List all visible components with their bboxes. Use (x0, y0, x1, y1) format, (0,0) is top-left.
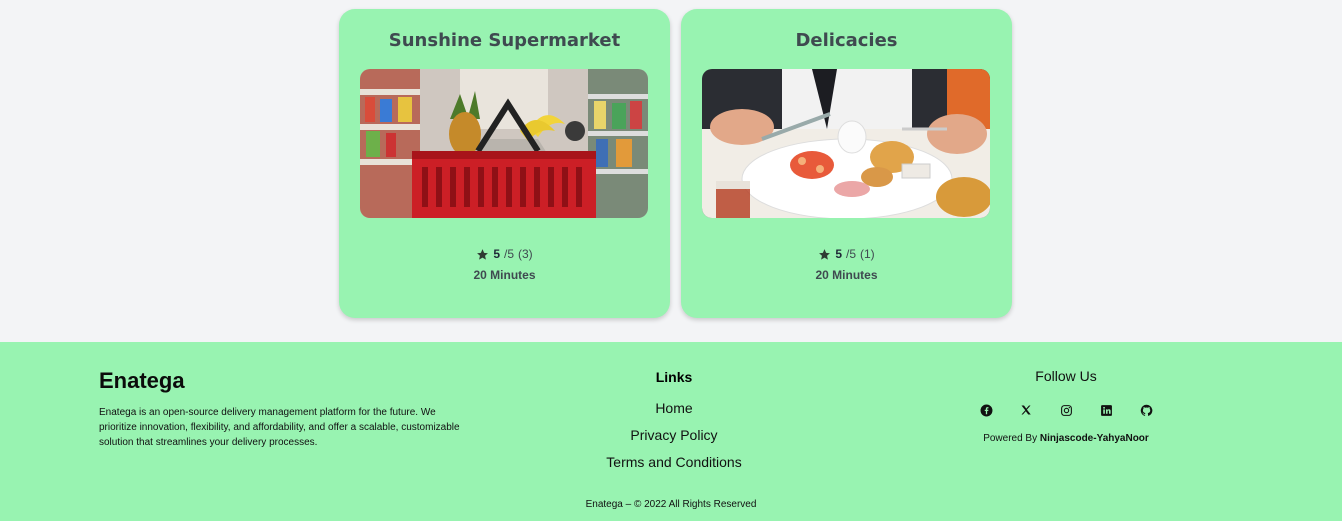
github-icon[interactable] (1139, 403, 1153, 417)
grocery-basket-image (360, 69, 648, 218)
rating-value: 5 (493, 247, 500, 261)
restaurant-card-delicacies[interactable]: Delicacies 5 /5 (1) 20 Minutes (681, 9, 1012, 318)
footer-link-terms[interactable]: Terms and Conditions (574, 449, 774, 476)
rating-value: 5 (835, 247, 842, 261)
footer-link-privacy-policy[interactable]: Privacy Policy (574, 422, 774, 449)
restaurant-card-sunshine-supermarket[interactable]: Sunshine Supermarket 5 /5 (3) 20 Minutes (339, 9, 670, 318)
rating: 5 /5 (3) (339, 247, 670, 261)
review-count: (1) (860, 247, 875, 261)
powered-by: Powered By Ninjascode-YahyaNoor (966, 433, 1166, 444)
rating-scale: /5 (846, 247, 857, 261)
star-icon (818, 248, 831, 261)
links-heading: Links (655, 369, 693, 385)
footer-brand: Enatega (99, 368, 185, 393)
instagram-icon[interactable] (1059, 403, 1073, 417)
restaurant-name: Sunshine Supermarket (388, 30, 621, 51)
footer: Enatega Enatega is an open-source delive… (0, 342, 1342, 521)
follow-heading: Follow Us (1035, 368, 1097, 384)
footer-link-home[interactable]: Home (574, 395, 774, 422)
powered-name[interactable]: Ninjascode-YahyaNoor (1040, 433, 1149, 444)
linkedin-icon[interactable] (1099, 403, 1113, 417)
breakfast-plate-image (702, 69, 990, 218)
footer-follow: Follow Us Powered By Ninjascode-YahyaNoo… (966, 368, 1166, 444)
restaurant-name: Delicacies (795, 30, 898, 51)
delivery-time: 20 Minutes (473, 268, 536, 282)
social-links (966, 403, 1166, 417)
restaurant-cards: Sunshine Supermarket 5 /5 (3) 20 Minutes… (339, 9, 1012, 318)
facebook-icon[interactable] (979, 403, 993, 417)
powered-prefix: Powered By (983, 433, 1040, 444)
footer-about-text: Enatega is an open-source delivery manag… (99, 407, 460, 448)
review-count: (3) (518, 247, 533, 261)
delivery-time: 20 Minutes (815, 268, 878, 282)
copyright: Enatega – © 2022 All Rights Reserved (585, 499, 757, 510)
star-icon (476, 248, 489, 261)
rating-scale: /5 (504, 247, 515, 261)
footer-links: Links Home Privacy Policy Terms and Cond… (574, 369, 774, 476)
x-icon[interactable] (1019, 403, 1033, 417)
rating: 5 /5 (1) (681, 247, 1012, 261)
